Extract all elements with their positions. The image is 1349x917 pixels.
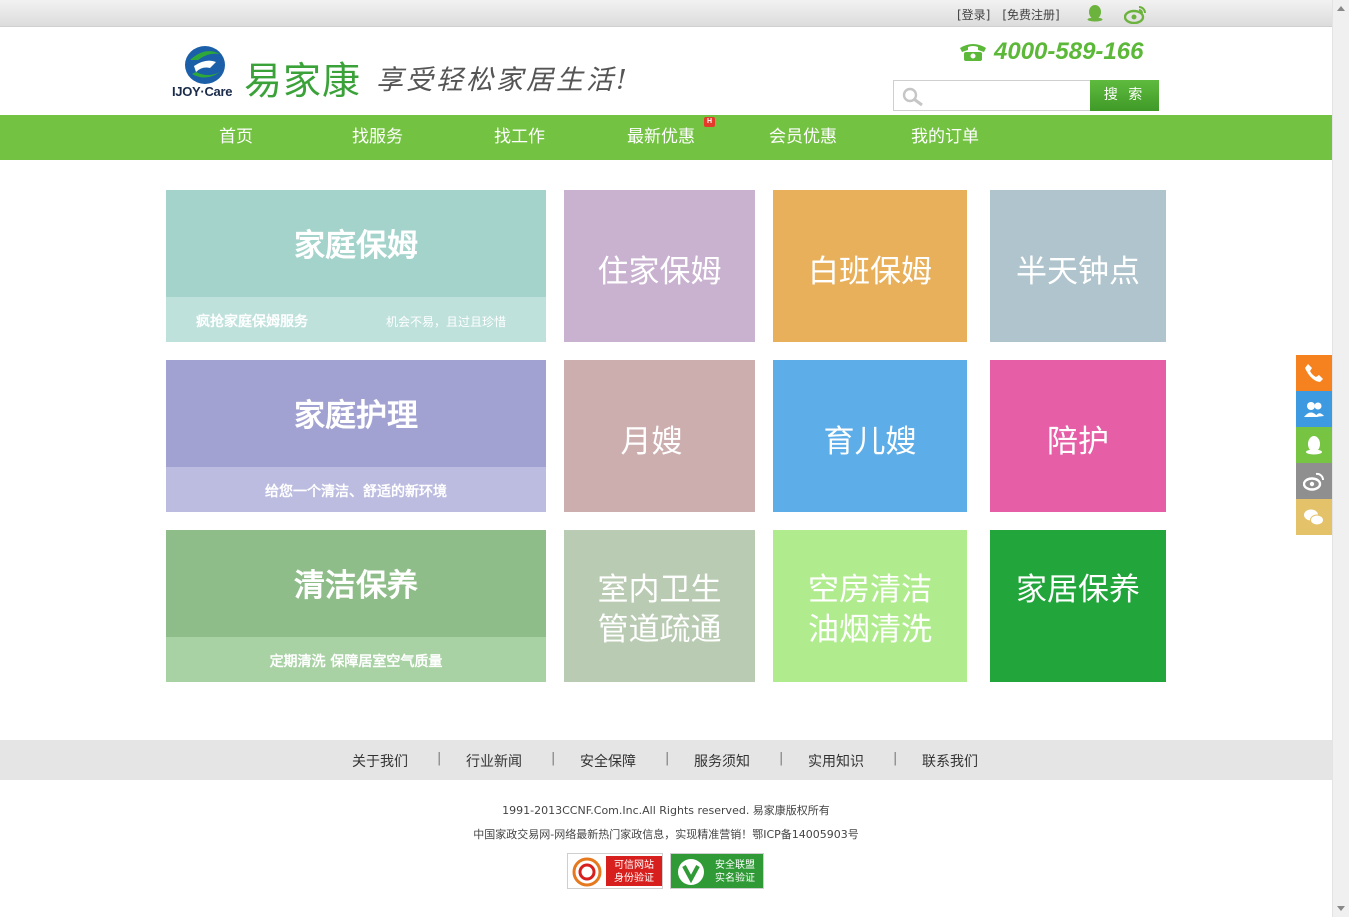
tile-label: 白班保姆	[808, 254, 932, 290]
tile-vacant-cleaning[interactable]: 空房清洁 油烟清洗	[773, 530, 967, 682]
page: [登录] [免费注册] IJOY·Care 易家康 享受轻松家居生活! 4000…	[0, 0, 1349, 917]
security-badge-text: 安全联盟 实名验证	[715, 859, 755, 885]
phone-icon	[1305, 364, 1323, 382]
side-wechat-button[interactable]	[1296, 499, 1332, 535]
side-phone-button[interactable]	[1296, 355, 1332, 391]
trusted-site-badge[interactable]: 可信网站 身份验证	[567, 853, 663, 889]
trusted-badge-line2: 身份验证	[614, 873, 654, 884]
tile-label: 住家保姆	[597, 254, 722, 290]
tile-title: 清洁保养	[294, 568, 418, 604]
tile-home-care[interactable]: 家居保养	[990, 530, 1166, 682]
tile-label: 月嫂	[620, 424, 683, 460]
scrollbar[interactable]	[1332, 0, 1349, 917]
nav-item-member-deals[interactable]: 会员优惠	[769, 115, 837, 160]
hot-badge: H	[704, 117, 715, 127]
tile-label-line1: 室内卫生	[597, 572, 722, 608]
security-badge-line1: 安全联盟	[715, 860, 755, 871]
nav-item-my-orders[interactable]: 我的订单	[911, 115, 979, 160]
scroll-down-arrow[interactable]	[1337, 906, 1345, 911]
tile-title: 家庭保姆	[294, 228, 418, 264]
nav-item-find-job[interactable]: 找工作	[494, 115, 545, 160]
nav-item-home[interactable]: 首页	[219, 115, 253, 160]
side-users-button[interactable]	[1296, 391, 1332, 427]
tile-subbar: 给您一个清洁、舒适的新环境	[166, 467, 546, 512]
tile-subtext: 疯抢家庭保姆服务	[196, 314, 308, 330]
qq-icon	[1306, 436, 1322, 455]
trusted-badge-text: 可信网站 身份验证	[606, 856, 662, 886]
tile-label: 半天钟点	[1016, 254, 1140, 290]
tile-cleaning[interactable]: 清洁保养 定期清洗 保障居室空气质量	[166, 530, 546, 682]
hotline-number: 4000-589-166	[994, 38, 1144, 65]
scroll-up-arrow[interactable]	[1337, 6, 1345, 11]
footer-link-contact[interactable]: 联系我们	[922, 751, 978, 771]
footer-separator: |	[779, 751, 784, 766]
tile-label: 家居保养	[1016, 572, 1140, 608]
tile-live-in-nanny[interactable]: 住家保姆	[564, 190, 755, 342]
qq-icon[interactable]	[1086, 4, 1104, 22]
footer-link-security[interactable]: 安全保障	[580, 751, 636, 771]
search-icon	[902, 87, 923, 107]
side-qq-button[interactable]	[1296, 427, 1332, 463]
users-icon	[1304, 402, 1324, 417]
tile-subbar: 定期清洗 保障居室空气质量	[166, 637, 546, 682]
tile-escort[interactable]: 陪护	[990, 360, 1166, 512]
copyright-text: 1991-2013CCNF.Com.Inc.All Rights reserve…	[502, 804, 830, 817]
slogan: 享受轻松家居生活!	[376, 65, 630, 96]
tile-subtext: 定期清洗 保障居室空气质量	[269, 654, 443, 670]
verified-v-icon	[678, 859, 704, 885]
tile-indoor-hygiene[interactable]: 室内卫生 管道疏通	[564, 530, 755, 682]
icp-text: 中国家政交易网-网络最新热门家政信息，实现精准营销！鄂ICP备14005903号	[473, 828, 859, 841]
security-alliance-badge[interactable]: 安全联盟 实名验证	[670, 853, 764, 889]
top-bar: [登录] [免费注册]	[0, 0, 1332, 27]
footer-nav: 关于我们 | 行业新闻 | 安全保障 | 服务须知 | 实用知识 | 联系我们	[0, 740, 1332, 780]
footer-link-service-terms[interactable]: 服务须知	[694, 751, 750, 771]
footer-separator: |	[893, 751, 898, 766]
search-box	[893, 80, 1091, 111]
logo-chinese-text[interactable]: 易家康	[244, 50, 361, 105]
tile-title: 家庭护理	[294, 398, 418, 434]
tile-childcare[interactable]: 育儿嫂	[773, 360, 967, 512]
logo-english-text: IJOY·Care	[172, 84, 233, 99]
tile-day-nanny[interactable]: 白班保姆	[773, 190, 967, 342]
footer-link-knowledge[interactable]: 实用知识	[808, 751, 864, 771]
security-badge-line2: 实名验证	[715, 873, 755, 884]
tile-family-nanny[interactable]: 家庭保姆 疯抢家庭保姆服务 机会不易，且过且珍惜	[166, 190, 546, 342]
weibo-icon[interactable]	[1124, 4, 1148, 24]
main-nav: 首页 找服务 找工作 最新优惠 会员优惠 我的订单	[0, 115, 1332, 160]
tile-subtext: 给您一个清洁、舒适的新环境	[265, 484, 447, 500]
trusted-seal-icon	[572, 857, 602, 887]
tile-label-line2: 管道疏通	[597, 612, 722, 648]
nav-item-latest-deals[interactable]: 最新优惠	[627, 115, 695, 160]
footer-separator: |	[437, 751, 442, 766]
tile-label-line2: 油烟清洗	[808, 612, 932, 648]
tile-label-line1: 空房清洁	[808, 572, 932, 608]
search-input[interactable]	[928, 85, 1084, 107]
footer-separator: |	[551, 751, 556, 766]
footer-link-news[interactable]: 行业新闻	[466, 751, 522, 771]
tile-subtext-right: 机会不易，且过且珍惜	[386, 315, 507, 329]
tile-half-day[interactable]: 半天钟点	[990, 190, 1166, 342]
weibo-icon	[1303, 472, 1325, 491]
tile-label: 陪护	[1047, 424, 1109, 460]
login-link[interactable]: [登录]	[957, 6, 990, 23]
wechat-icon	[1304, 509, 1324, 526]
nav-item-find-service[interactable]: 找服务	[352, 115, 403, 160]
side-weibo-button[interactable]	[1296, 463, 1332, 499]
footer-link-about[interactable]: 关于我们	[352, 751, 408, 771]
phone-icon	[960, 44, 986, 61]
trusted-badge-line1: 可信网站	[614, 860, 654, 871]
logo-icon[interactable]	[182, 44, 228, 86]
tile-subbar: 疯抢家庭保姆服务 机会不易，且过且珍惜	[166, 297, 546, 342]
tile-family-care[interactable]: 家庭护理 给您一个清洁、舒适的新环境	[166, 360, 546, 512]
footer-separator: |	[665, 751, 670, 766]
tile-maternity[interactable]: 月嫂	[564, 360, 755, 512]
search-button[interactable]: 搜 索	[1090, 80, 1159, 111]
register-link[interactable]: [免费注册]	[1002, 6, 1059, 23]
top-links: [登录] [免费注册]	[957, 6, 1060, 23]
tile-label: 育儿嫂	[823, 424, 917, 460]
